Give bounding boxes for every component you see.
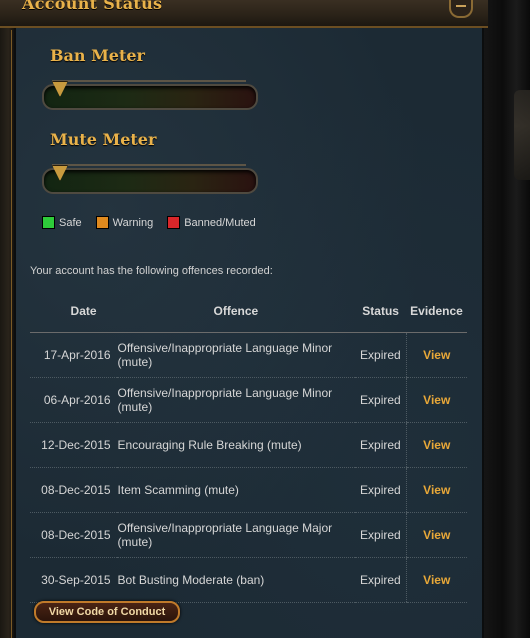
offence-description: Bot Busting Moderate (ban) — [116, 557, 356, 603]
offence-date: 08-Dec-2015 — [30, 512, 117, 558]
right-frame-border — [484, 0, 530, 638]
offence-date: 30-Sep-2015 — [30, 557, 117, 603]
table-row: 08-Dec-2015 Item Scamming (mute) Expired Vi… — [30, 467, 467, 513]
view-evidence-link[interactable]: View — [423, 348, 450, 362]
offence-status: Expired — [355, 512, 406, 558]
legend-item-safe: Safe — [42, 216, 82, 229]
legend-safe-swatch-icon — [42, 216, 55, 229]
view-evidence-link[interactable]: View — [423, 393, 450, 407]
collapse-toggle-icon[interactable] — [449, 0, 473, 18]
table-row: 06-Apr-2016 Offensive/Inappropriate Langu… — [30, 377, 467, 423]
legend-label: Banned/Muted — [184, 216, 256, 229]
offence-description: Encouraging Rule Breaking (mute) — [116, 422, 356, 468]
view-evidence-link[interactable]: View — [423, 528, 450, 542]
ban-meter — [42, 80, 258, 110]
view-evidence-link[interactable]: View — [423, 573, 450, 587]
legend-banned-swatch-icon — [167, 216, 181, 229]
table-row: 30-Sep-2015 Bot Busting Moderate (ban) Exp… — [30, 557, 467, 603]
offence-status: Expired — [355, 422, 406, 468]
column-header-evidence: Evidence — [406, 290, 467, 333]
evidence-cell: View — [405, 512, 467, 558]
column-header-status: Status — [355, 290, 406, 333]
mute-meter-bar — [42, 168, 258, 194]
column-header-date: Date — [30, 290, 117, 333]
offence-description: Offensive/Inappropriate Language Major (… — [116, 512, 356, 558]
evidence-cell: View — [405, 422, 467, 468]
evidence-cell: View — [405, 467, 467, 513]
offence-description: Item Scamming (mute) — [116, 467, 356, 513]
table-header-row: Date Offence Status Evidence — [30, 290, 467, 333]
legend-warning-swatch-icon — [95, 216, 109, 229]
mute-meter-track-line — [52, 164, 246, 166]
evidence-cell: View — [405, 377, 467, 423]
column-header-offence: Offence — [116, 290, 356, 333]
legend-item-warning: Warning — [95, 216, 154, 229]
offence-status: Expired — [355, 557, 406, 603]
offence-status: Expired — [355, 377, 406, 423]
mute-meter-title: Mute Meter — [50, 130, 157, 149]
table-row: 08-Dec-2015 Offensive/Inappropriate Langu… — [30, 512, 467, 558]
mute-meter — [42, 164, 258, 194]
offence-date: 17-Apr-2016 — [30, 332, 117, 378]
legend-label: Safe — [59, 216, 82, 229]
legend-item-banned-muted: Banned/Muted — [167, 216, 256, 229]
offence-date: 12-Dec-2015 — [30, 422, 117, 468]
frame-ornament — [514, 90, 530, 180]
panel-header: Account Status — [0, 0, 488, 28]
offence-date: 08-Dec-2015 — [30, 467, 117, 513]
offences-table: Date Offence Status Evidence 17-Apr-2016… — [30, 290, 467, 603]
legend-label: Warning — [112, 216, 154, 229]
ban-meter-title: Ban Meter — [50, 46, 145, 65]
offence-status: Expired — [355, 467, 406, 513]
view-code-of-conduct-button[interactable]: View Code of Conduct — [34, 601, 180, 623]
table-row: 17-Apr-2016 Offensive/Inappropriate Langu… — [30, 332, 467, 378]
offences-intro-text: Your account has the following offences … — [30, 265, 273, 277]
ban-meter-bar — [42, 84, 258, 110]
table-row: 12-Dec-2015 Encouraging Rule Breaking (mu… — [30, 422, 467, 468]
offence-description: Offensive/Inappropriate Language Minor (… — [116, 332, 356, 378]
account-status-panel: Ban Meter Mute Meter Safe Warning Banned… — [16, 28, 482, 638]
offence-status: Expired — [355, 332, 406, 378]
view-evidence-link[interactable]: View — [423, 483, 450, 497]
meter-legend: Safe Warning Banned/Muted — [42, 216, 256, 229]
offence-date: 06-Apr-2016 — [30, 377, 117, 423]
page-title: Account Status — [22, 0, 163, 13]
view-evidence-link[interactable]: View — [423, 438, 450, 452]
ban-meter-track-line — [52, 80, 246, 82]
evidence-cell: View — [405, 332, 467, 378]
offence-description: Offensive/Inappropriate Language Minor (… — [116, 377, 356, 423]
left-frame-border — [0, 0, 14, 638]
evidence-cell: View — [405, 557, 467, 603]
